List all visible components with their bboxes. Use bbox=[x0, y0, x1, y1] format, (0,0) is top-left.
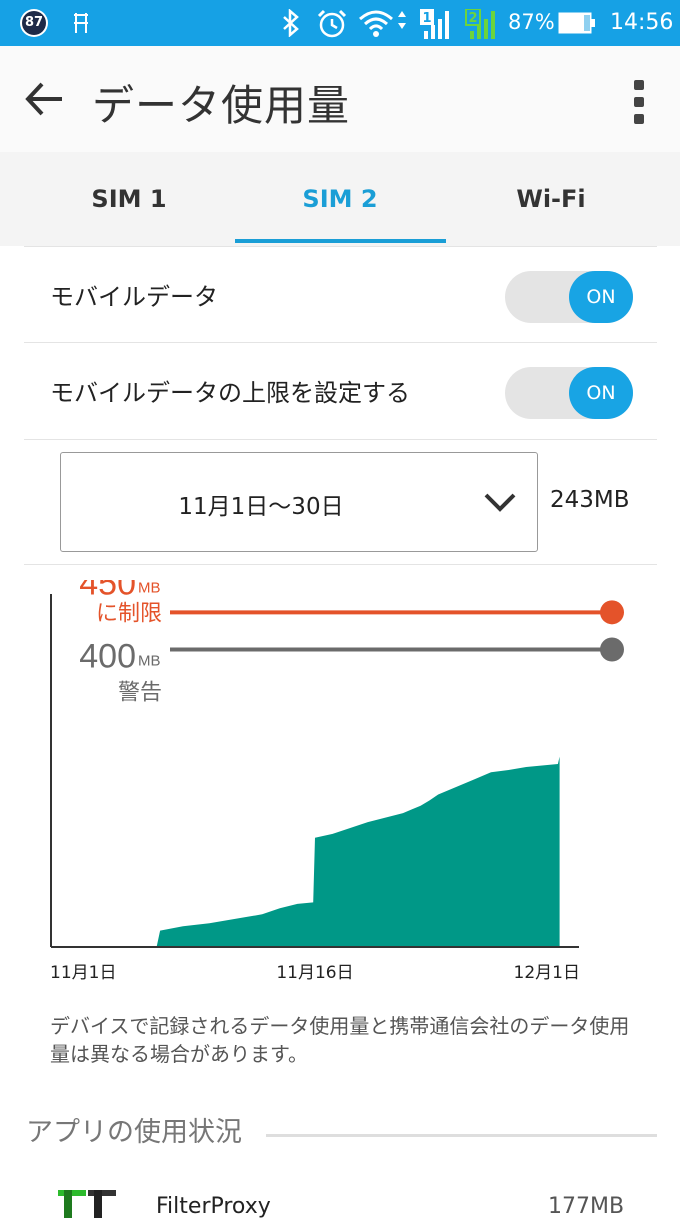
mobile-data-toggle-state: ON bbox=[569, 271, 633, 323]
notification-badge-count: 87 bbox=[22, 11, 46, 35]
sim2-marker: 2 bbox=[468, 11, 477, 26]
cycle-usage: 243MB bbox=[550, 487, 630, 513]
usb-icon bbox=[74, 13, 88, 33]
x-tick-label: 11月16日 bbox=[276, 963, 353, 983]
limit-value: 450 bbox=[79, 580, 136, 602]
battery-icon bbox=[558, 12, 595, 34]
cycle-row: 11月1日〜30日 243MB bbox=[24, 439, 657, 565]
more-vert-icon[interactable] bbox=[634, 80, 646, 130]
app-usage-item[interactable]: FilterProxy 177MB bbox=[0, 1170, 680, 1230]
mobile-data-label: モバイルデータ bbox=[50, 283, 218, 311]
arrow-left-icon[interactable] bbox=[24, 81, 64, 117]
sim1-marker: 1 bbox=[422, 11, 431, 26]
x-tick-label: 11月1日 bbox=[50, 963, 116, 983]
app-bar: データ使用量 bbox=[0, 46, 680, 152]
limit-label: に制限 bbox=[96, 601, 162, 626]
alarm-icon bbox=[317, 9, 347, 38]
wifi-icon bbox=[359, 10, 406, 37]
page-title: データ使用量 bbox=[92, 81, 351, 130]
clock: 14:56 bbox=[610, 10, 674, 35]
data-limit-label: モバイルデータの上限を設定する bbox=[50, 379, 410, 407]
x-tick-label: 12月1日 bbox=[514, 963, 580, 983]
app-name: FilterProxy bbox=[156, 1194, 271, 1219]
data-limit-row[interactable]: モバイルデータの上限を設定する ON bbox=[24, 342, 657, 439]
tab-indicator bbox=[235, 239, 446, 243]
battery-percent: 87% bbox=[508, 10, 555, 34]
usage-chart: 450 MB に制限 400 MB 警告 11月1日 11月16日 12月1日 bbox=[50, 580, 624, 983]
mobile-data-toggle[interactable]: ON bbox=[505, 271, 633, 323]
warning-unit: MB bbox=[138, 653, 161, 670]
signal-sim1-icon: 1 bbox=[420, 9, 449, 39]
section-divider bbox=[266, 1134, 657, 1137]
filterproxy-app-icon bbox=[58, 1190, 116, 1218]
bluetooth-icon bbox=[283, 9, 299, 37]
chevron-down-icon bbox=[484, 493, 516, 512]
data-limit-toggle-state: ON bbox=[569, 367, 633, 419]
signal-sim2-icon: 2 bbox=[465, 9, 495, 39]
warning-value: 400 bbox=[79, 638, 136, 676]
tab-bar: SIM 1 SIM 2 Wi-Fi bbox=[0, 152, 680, 246]
usage-area bbox=[156, 756, 560, 947]
tab-sim2[interactable]: SIM 2 bbox=[235, 152, 445, 246]
warning-handle[interactable] bbox=[600, 637, 624, 662]
usage-disclaimer: デバイスで記録されるデータ使用量と携帯通信会社のデータ使用量は異なる場合がありま… bbox=[50, 1014, 630, 1066]
cycle-range: 11月1日〜30日 bbox=[178, 494, 344, 520]
mobile-data-row[interactable]: モバイルデータ ON bbox=[24, 246, 657, 343]
tab-sim1[interactable]: SIM 1 bbox=[24, 152, 234, 246]
notification-badge-icon: 87 bbox=[20, 9, 48, 37]
cycle-dropdown[interactable]: 11月1日〜30日 bbox=[60, 452, 538, 552]
app-usage-title: アプリの使用状況 bbox=[26, 1117, 242, 1148]
status-bar: 87 1 2 87% 14:56 bbox=[0, 0, 680, 46]
warning-label: 警告 bbox=[118, 681, 162, 706]
app-size: 177MB bbox=[548, 1194, 625, 1219]
limit-unit: MB bbox=[138, 580, 161, 596]
data-limit-toggle[interactable]: ON bbox=[505, 367, 633, 419]
tab-wifi[interactable]: Wi-Fi bbox=[446, 152, 656, 246]
limit-handle[interactable] bbox=[600, 600, 624, 625]
